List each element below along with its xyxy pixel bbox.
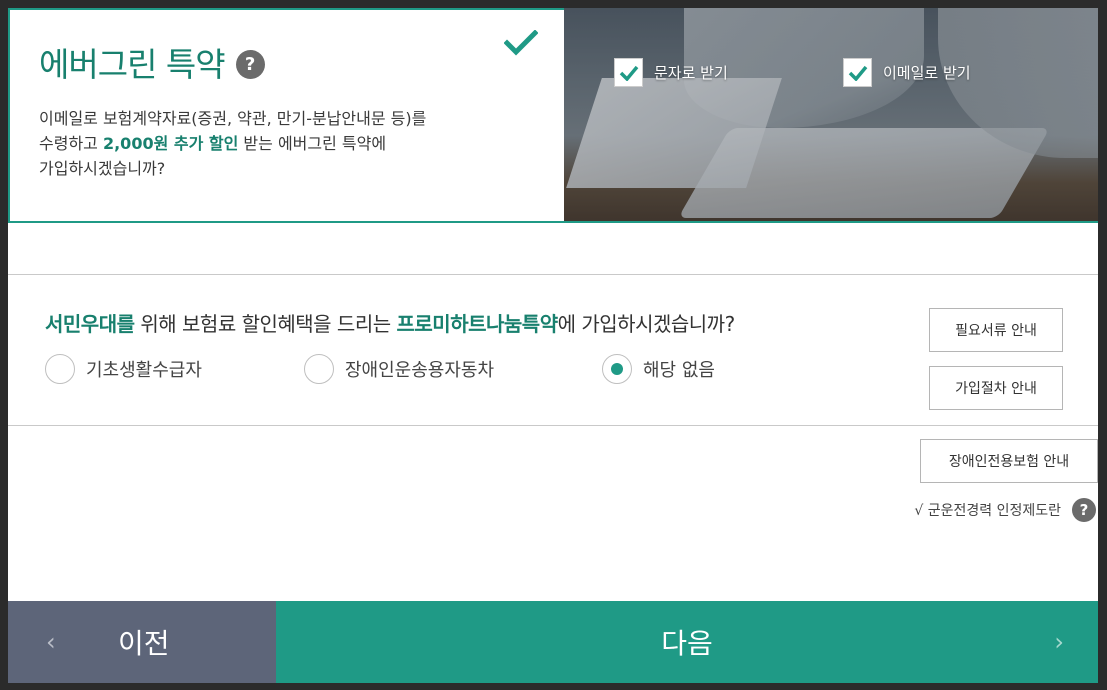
question-text-2: 위해 보험료 할인혜택을 드리는 bbox=[134, 312, 397, 336]
check-icon bbox=[619, 65, 638, 81]
chevron-left-icon: ‹ bbox=[46, 628, 56, 656]
evergreen-section: 에버그린 특약 ? 이메일로 보험계약자료(증권, 약관, 만기-분납안내문 등… bbox=[8, 8, 1098, 223]
radio-label: 장애인운송용자동차 bbox=[345, 360, 495, 381]
desc-line-2: 수령하고 2,000원 추가 할인 받는 에버그린 특약에 bbox=[39, 131, 509, 156]
desc-line-2c: 받는 에버그린 특약에 bbox=[238, 134, 387, 153]
process-guide-button[interactable]: 가입절차 안내 bbox=[929, 366, 1063, 410]
next-label: 다음 bbox=[661, 627, 713, 660]
sms-label: 문자로 받기 bbox=[654, 64, 728, 82]
radio-option-disabled-vehicle[interactable]: 장애인운송용자동차 bbox=[304, 354, 494, 384]
divider bbox=[8, 425, 1098, 426]
radio-button[interactable] bbox=[304, 354, 334, 384]
sms-checkbox-row[interactable]: 문자로 받기 bbox=[614, 58, 728, 87]
question-icon[interactable]: ? bbox=[1072, 498, 1096, 522]
question-highlight-1: 서민우대를 bbox=[45, 312, 135, 336]
evergreen-panel[interactable]: 에버그린 특약 ? 이메일로 보험계약자료(증권, 약관, 만기-분납안내문 등… bbox=[8, 8, 564, 223]
docs-guide-button[interactable]: 필요서류 안내 bbox=[929, 308, 1063, 352]
page-frame: 에버그린 특약 ? 이메일로 보험계약자료(증권, 약관, 만기-분납안내문 등… bbox=[8, 8, 1098, 683]
check-icon bbox=[504, 30, 538, 56]
disabled-insurance-guide-button[interactable]: 장애인전용보험 안내 bbox=[920, 439, 1098, 483]
chevron-right-icon: › bbox=[1054, 628, 1064, 656]
radio-option-none[interactable]: 해당 없음 bbox=[602, 354, 715, 384]
next-button[interactable]: 다음 › bbox=[276, 601, 1098, 683]
email-checkbox-row[interactable]: 이메일로 받기 bbox=[843, 58, 971, 87]
promi-question: 서민우대를 위해 보험료 할인혜택을 드리는 프로미하트나눔특약에 가입하시겠습… bbox=[45, 308, 735, 337]
question-text-4: 에 가입하시겠습니까? bbox=[557, 312, 736, 336]
question-icon[interactable]: ? bbox=[235, 49, 265, 79]
desc-line-2a: 수령하고 bbox=[39, 134, 103, 153]
evergreen-description: 이메일로 보험계약자료(증권, 약관, 만기-분납안내문 등)를 수령하고 2,… bbox=[39, 106, 509, 181]
military-experience-label[interactable]: √ 군운전경력 인정제도란 bbox=[914, 500, 1061, 520]
desc-line-1: 이메일로 보험계약자료(증권, 약관, 만기-분납안내문 등)를 bbox=[39, 109, 427, 128]
check-icon bbox=[848, 65, 867, 81]
radio-label: 기초생활수급자 bbox=[86, 360, 202, 381]
sms-checkbox[interactable] bbox=[614, 58, 643, 87]
discount-highlight: 2,000원 추가 할인 bbox=[102, 134, 239, 153]
email-checkbox[interactable] bbox=[843, 58, 872, 87]
question-highlight-2: 프로미하트나눔특약 bbox=[396, 312, 559, 336]
radio-button[interactable] bbox=[45, 354, 75, 384]
radio-button-selected[interactable] bbox=[602, 354, 632, 384]
divider bbox=[8, 274, 1098, 275]
radio-option-basic-living[interactable]: 기초생활수급자 bbox=[45, 354, 202, 384]
desc-line-3: 가입하시겠습니까? bbox=[39, 159, 166, 178]
email-label: 이메일로 받기 bbox=[883, 64, 971, 82]
military-experience-row[interactable]: √ 군운전경력 인정제도란 ? bbox=[914, 498, 1096, 522]
prev-button[interactable]: ‹ 이전 bbox=[8, 601, 276, 683]
prev-label: 이전 bbox=[118, 627, 170, 660]
photo-panel: 문자로 받기 이메일로 받기 bbox=[564, 8, 1098, 223]
photo-shade bbox=[564, 8, 1098, 221]
evergreen-title-row: 에버그린 특약 ? bbox=[39, 38, 564, 86]
radio-dot bbox=[611, 363, 623, 375]
evergreen-title: 에버그린 특약 bbox=[39, 45, 226, 84]
radio-label: 해당 없음 bbox=[643, 360, 715, 381]
